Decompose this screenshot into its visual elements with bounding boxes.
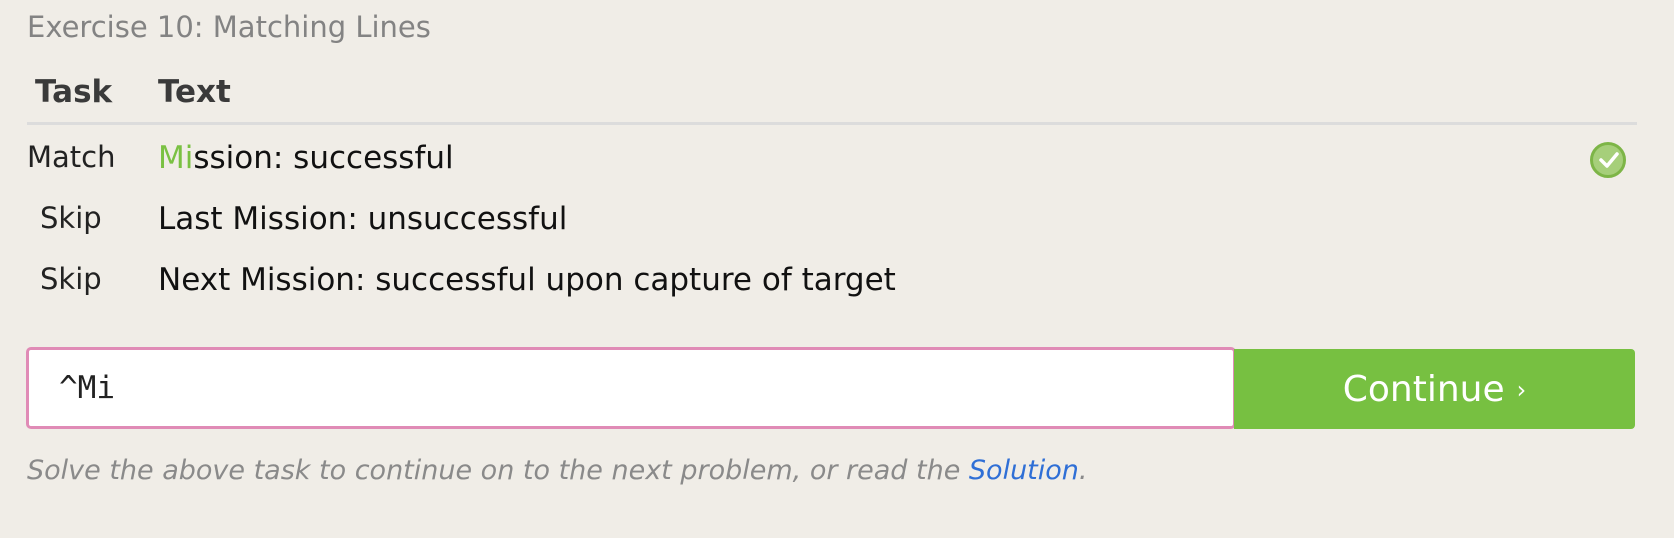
solution-link[interactable]: Solution [969, 455, 1079, 486]
row-text: Last Mission: unsuccessful [158, 201, 568, 237]
check-circle-icon [1590, 142, 1626, 178]
row-text-rest: ssion: successful [193, 140, 454, 176]
task-label: Skip [40, 201, 102, 235]
regex-input[interactable] [26, 347, 1236, 429]
hint-prefix: Solve the above task to continue on to t… [27, 455, 969, 486]
table-header: Task Text [27, 74, 1637, 125]
task-label: Skip [40, 262, 102, 296]
chevron-right-icon: › [1516, 375, 1527, 404]
table-row: Skip Next Mission: successful upon captu… [27, 262, 1637, 316]
continue-label: Continue [1342, 368, 1505, 410]
header-text: Text [158, 74, 231, 110]
header-task: Task [35, 74, 113, 110]
match-highlight: Mi [158, 140, 194, 176]
hint-suffix: . [1078, 455, 1088, 486]
row-text: Mission: successful [158, 140, 454, 176]
hint-text: Solve the above task to continue on to t… [27, 455, 1088, 486]
row-text: Next Mission: successful upon capture of… [158, 262, 896, 298]
task-label: Match [27, 140, 116, 174]
table-row: Match Mission: successful [27, 140, 1637, 194]
table-row: Skip Last Mission: unsuccessful [27, 201, 1637, 255]
exercise-title: Exercise 10: Matching Lines [27, 10, 431, 44]
continue-button[interactable]: Continue › [1234, 349, 1635, 429]
